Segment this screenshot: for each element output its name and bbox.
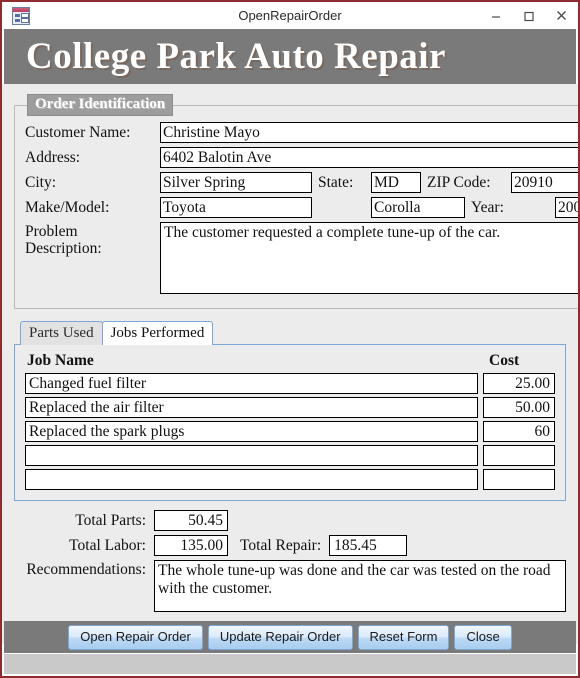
recommendations-textarea[interactable] [154, 560, 566, 612]
page-banner: College Park Auto Repair [4, 29, 576, 84]
problem-description-label: Problem Description: [25, 222, 160, 257]
window-controls [479, 2, 578, 29]
make-model-year-row: Make/Model: Year: [25, 197, 578, 218]
make-input[interactable] [160, 197, 312, 218]
address-row: Address: [25, 147, 578, 168]
problem-description-textarea[interactable] [160, 222, 578, 294]
city-state-zip-row: City: State: ZIP Code: [25, 172, 578, 193]
year-label: Year: [471, 198, 504, 216]
totals-section: Total Parts: Total Labor: Total Repair: … [14, 510, 566, 612]
table-row [25, 397, 555, 418]
customer-name-row: Customer Name: [25, 122, 578, 143]
jobs-table-header: Job Name Cost [25, 351, 555, 373]
action-button-bar: Open Repair Order Update Repair Order Re… [4, 621, 576, 653]
job-cost-input[interactable] [483, 469, 555, 490]
zip-label: ZIP Code: [427, 173, 491, 191]
total-labor-label: Total Labor: [69, 536, 146, 554]
model-input[interactable] [371, 197, 465, 218]
application-window: OpenRepairOrder College Park Auto Repair… [0, 0, 580, 678]
job-name-input[interactable] [25, 469, 478, 490]
job-name-header: Job Name [27, 352, 94, 369]
maximize-icon[interactable] [512, 2, 545, 29]
total-parts-row: Total Parts: [14, 510, 566, 531]
total-parts-input[interactable] [154, 510, 228, 531]
total-labor-input[interactable] [154, 535, 228, 556]
tab-parts-used[interactable]: Parts Used [20, 321, 103, 345]
city-input[interactable] [160, 172, 312, 193]
total-repair-input[interactable] [329, 535, 408, 556]
year-input[interactable] [555, 197, 578, 218]
make-model-label: Make/Model: [25, 198, 110, 216]
page-title: College Park Auto Repair [26, 36, 446, 77]
order-identification-group: Order Identification Customer Name: Addr… [14, 94, 578, 309]
total-parts-label: Total Parts: [75, 511, 146, 529]
job-name-input[interactable] [25, 445, 478, 466]
customer-name-input[interactable] [160, 122, 578, 143]
total-labor-row: Total Labor: Total Repair: [14, 535, 566, 556]
problem-description-row: Problem Description: [25, 222, 578, 294]
table-row [25, 421, 555, 442]
form-body: Order Identification Customer Name: Addr… [2, 84, 578, 644]
problem-label-line1: Problem [25, 223, 78, 240]
job-cost-input[interactable] [483, 373, 555, 394]
status-bar [4, 653, 576, 674]
minimize-icon[interactable] [479, 2, 512, 29]
job-name-input[interactable] [25, 373, 478, 394]
state-label: State: [318, 173, 354, 191]
total-repair-label: Total Repair: [240, 536, 322, 554]
table-row [25, 373, 555, 394]
customer-name-label: Customer Name: [25, 123, 131, 141]
cost-header: Cost [489, 352, 520, 369]
problem-label-line2: Description: [25, 240, 102, 257]
job-cost-input[interactable] [483, 421, 555, 442]
job-cost-input[interactable] [483, 397, 555, 418]
table-row [25, 445, 555, 466]
reset-form-button[interactable]: Reset Form [357, 624, 450, 650]
tab-jobs-performed[interactable]: Jobs Performed [101, 321, 214, 345]
address-label: Address: [25, 148, 81, 166]
city-label: City: [25, 173, 57, 191]
zip-input[interactable] [511, 172, 578, 193]
state-input[interactable] [371, 172, 421, 193]
order-identification-legend: Order Identification [27, 94, 174, 116]
open-repair-order-button[interactable]: Open Repair Order [68, 624, 203, 650]
update-repair-order-button[interactable]: Update Repair Order [207, 624, 353, 650]
tab-strip: Parts Used Jobs Performed [14, 321, 566, 345]
recommendations-row: Recommendations: [14, 560, 566, 612]
table-row [25, 469, 555, 490]
job-cost-input[interactable] [483, 445, 555, 466]
job-name-input[interactable] [25, 421, 478, 442]
close-icon[interactable] [545, 2, 578, 29]
jobs-performed-panel: Job Name Cost [14, 344, 566, 501]
address-input[interactable] [160, 147, 578, 168]
window-title-bar: OpenRepairOrder [2, 2, 578, 29]
job-name-input[interactable] [25, 397, 478, 418]
close-form-button[interactable]: Close [454, 624, 512, 650]
recommendations-label: Recommendations: [26, 561, 146, 578]
